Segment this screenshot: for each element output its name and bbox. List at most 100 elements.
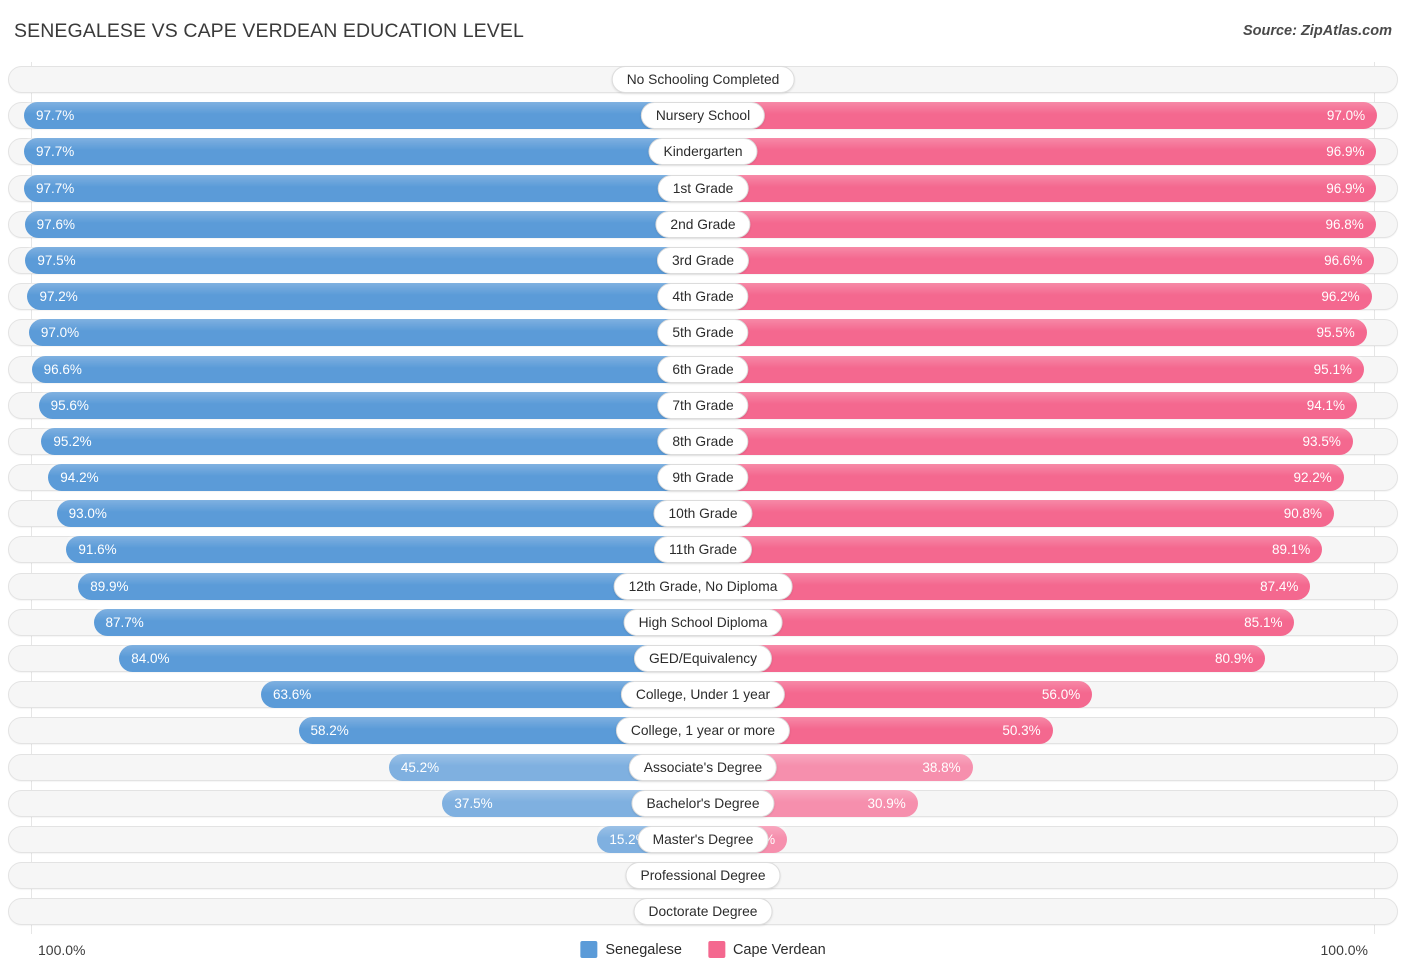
legend-label: Cape Verdean	[732, 941, 826, 958]
bar-cape-verdean	[703, 464, 1344, 492]
bar-row: 2.3%3.1%No Schooling Completed	[0, 62, 1406, 98]
bar-row: 94.2% 92.2% 9th Grade	[0, 460, 1406, 496]
legend-swatch-icon	[580, 941, 598, 958]
category-label: 4th Grade	[657, 283, 749, 311]
bar-cape-verdean	[703, 102, 1378, 130]
category-label: Doctorate Degree	[633, 898, 773, 926]
bar-row: 97.7% 96.9% 1st Grade	[0, 171, 1406, 207]
category-label: Master's Degree	[637, 825, 769, 853]
bar-row: 15.2%12.1%Master's Degree	[0, 822, 1406, 858]
bar-senegalese	[24, 174, 703, 202]
value-label-senegalese: 97.7%	[35, 180, 75, 196]
bar-row: 91.6% 89.1% 11th Grade	[0, 532, 1406, 568]
bar-cape-verdean	[703, 645, 1266, 672]
bar-cape-verdean	[703, 355, 1364, 383]
bar-cape-verdean	[703, 319, 1367, 347]
value-label-cape-verdean: 87.4%	[1260, 578, 1299, 594]
category-label: GED/Equivalency	[633, 645, 773, 672]
value-label-senegalese: 97.7%	[35, 144, 75, 160]
bar-rows: 2.3%3.1%No Schooling Completed 97.7% 97.0%…	[0, 62, 1406, 931]
category-label: 7th Grade	[657, 391, 749, 419]
bar-cape-verdean	[703, 246, 1375, 274]
axis-label-right: 100.0%	[1320, 942, 1368, 958]
value-label-senegalese: 97.5%	[37, 252, 76, 268]
category-label: 8th Grade	[657, 427, 749, 455]
bar-row: 95.2% 93.5% 8th Grade	[0, 424, 1406, 460]
category-label: College, Under 1 year	[620, 681, 786, 709]
category-label: 1st Grade	[657, 174, 749, 202]
bar-row: 89.9% 87.4% 12th Grade, No Diploma	[0, 569, 1406, 605]
axis-label-left: 100.0%	[38, 942, 86, 958]
bar-row: 93.0% 90.8% 10th Grade	[0, 496, 1406, 532]
value-label-cape-verdean: 94.1%	[1306, 397, 1345, 413]
bar-senegalese	[38, 391, 704, 419]
bar-senegalese	[93, 608, 703, 636]
category-label: 6th Grade	[657, 355, 749, 383]
value-label-senegalese: 96.6%	[43, 361, 82, 377]
bar-cape-verdean	[703, 210, 1376, 238]
bar-cape-verdean	[703, 427, 1353, 455]
bar-row: 97.6% 96.8% 2nd Grade	[0, 207, 1406, 243]
value-label-senegalese: 58.2%	[310, 723, 349, 739]
bar-row: 87.7% 85.1% High School Diploma	[0, 605, 1406, 641]
bar-senegalese	[27, 283, 703, 311]
bar-senegalese	[119, 645, 703, 672]
page-title: SENEGALESE VS CAPE VERDEAN EDUCATION LEV…	[14, 20, 524, 42]
bar-row: 45.2% 38.8% Associate's Degree	[0, 750, 1406, 786]
source-attribution: Source: ZipAtlas.com	[1242, 23, 1392, 39]
bar-row: 97.5% 96.6% 3rd Grade	[0, 243, 1406, 279]
bar-senegalese	[48, 464, 703, 492]
bar-senegalese	[24, 210, 704, 238]
bar-senegalese	[66, 536, 703, 564]
category-label: 2nd Grade	[655, 210, 751, 238]
category-label: 3rd Grade	[656, 246, 750, 274]
bar-cape-verdean	[703, 391, 1357, 419]
value-label-cape-verdean: 93.5%	[1302, 433, 1341, 449]
bar-senegalese	[28, 319, 704, 347]
category-label: College, 1 year or more	[615, 717, 791, 745]
value-label-senegalese: 97.2%	[39, 289, 78, 305]
legend-item[interactable]: Senegalese	[580, 941, 682, 958]
bar-row: 96.6% 95.1% 6th Grade	[0, 352, 1406, 388]
value-label-senegalese: 97.6%	[36, 216, 75, 232]
bar-senegalese	[24, 138, 703, 166]
legend-item[interactable]: Cape Verdean	[707, 941, 826, 958]
value-label-senegalese: 89.9%	[90, 578, 129, 594]
value-label-cape-verdean: 30.9%	[867, 795, 906, 811]
bar-senegalese	[25, 246, 703, 274]
category-label: 9th Grade	[657, 464, 749, 492]
category-label: Nursery School	[640, 102, 766, 130]
value-label-cape-verdean: 92.2%	[1293, 470, 1332, 486]
value-label-senegalese: 91.6%	[78, 542, 117, 558]
chart-page: SENEGALESE VS CAPE VERDEAN EDUCATION LEV…	[0, 0, 1406, 975]
value-label-senegalese: 37.5%	[454, 795, 493, 811]
bar-row: 97.7% 97.0% Nursery School	[0, 98, 1406, 134]
legend-label: Senegalese	[605, 941, 682, 958]
bar-cape-verdean	[703, 536, 1323, 564]
value-label-senegalese: 45.2%	[400, 759, 440, 775]
category-label: 5th Grade	[657, 319, 749, 347]
bar-senegalese	[56, 500, 704, 528]
bar-row: 97.7% 96.9% Kindergarten	[0, 134, 1406, 170]
bar-cape-verdean	[703, 572, 1311, 600]
bar-row: 97.2% 96.2% 4th Grade	[0, 279, 1406, 315]
bar-cape-verdean	[703, 500, 1335, 528]
chart-header: SENEGALESE VS CAPE VERDEAN EDUCATION LEV…	[0, 0, 1406, 62]
bar-cape-verdean	[703, 174, 1377, 202]
bar-senegalese	[24, 102, 703, 130]
value-label-cape-verdean: 90.8%	[1283, 506, 1323, 522]
value-label-cape-verdean: 97.0%	[1326, 108, 1366, 124]
value-label-senegalese: 95.2%	[53, 433, 92, 449]
chart-legend: Senegalese Cape Verdean	[580, 941, 826, 958]
category-label: Bachelor's Degree	[631, 789, 775, 817]
chart-footer: 100.0% Senegalese Cape Verdean 100.0%	[0, 934, 1406, 975]
value-label-senegalese: 84.0%	[131, 651, 170, 666]
value-label-cape-verdean: 96.6%	[1324, 252, 1363, 268]
category-label: 10th Grade	[653, 500, 753, 528]
value-label-cape-verdean: 95.1%	[1313, 361, 1352, 377]
category-label: 11th Grade	[653, 536, 753, 564]
value-label-cape-verdean: 95.5%	[1316, 325, 1355, 341]
value-label-cape-verdean: 80.9%	[1214, 651, 1254, 666]
bar-row: 97.0% 95.5% 5th Grade	[0, 315, 1406, 351]
value-label-senegalese: 94.2%	[60, 470, 99, 486]
